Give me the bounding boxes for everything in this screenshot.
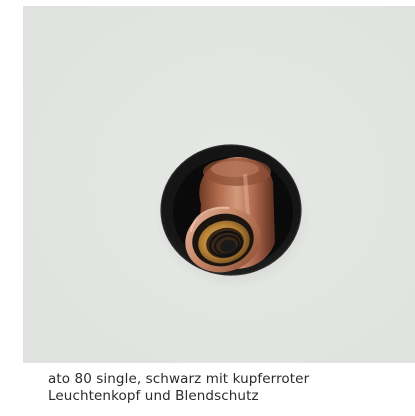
caption-line-2: Leuchtenkopf und Blendschutz bbox=[48, 388, 259, 404]
product-caption: ato 80 single, schwarz mit kupferroter L… bbox=[48, 371, 408, 405]
luminaire-photo bbox=[23, 6, 415, 363]
product-card: ato 80 single, schwarz mit kupferroter L… bbox=[0, 0, 415, 416]
product-image bbox=[23, 6, 415, 363]
caption-line-1: ato 80 single, schwarz mit kupferroter bbox=[48, 371, 310, 387]
